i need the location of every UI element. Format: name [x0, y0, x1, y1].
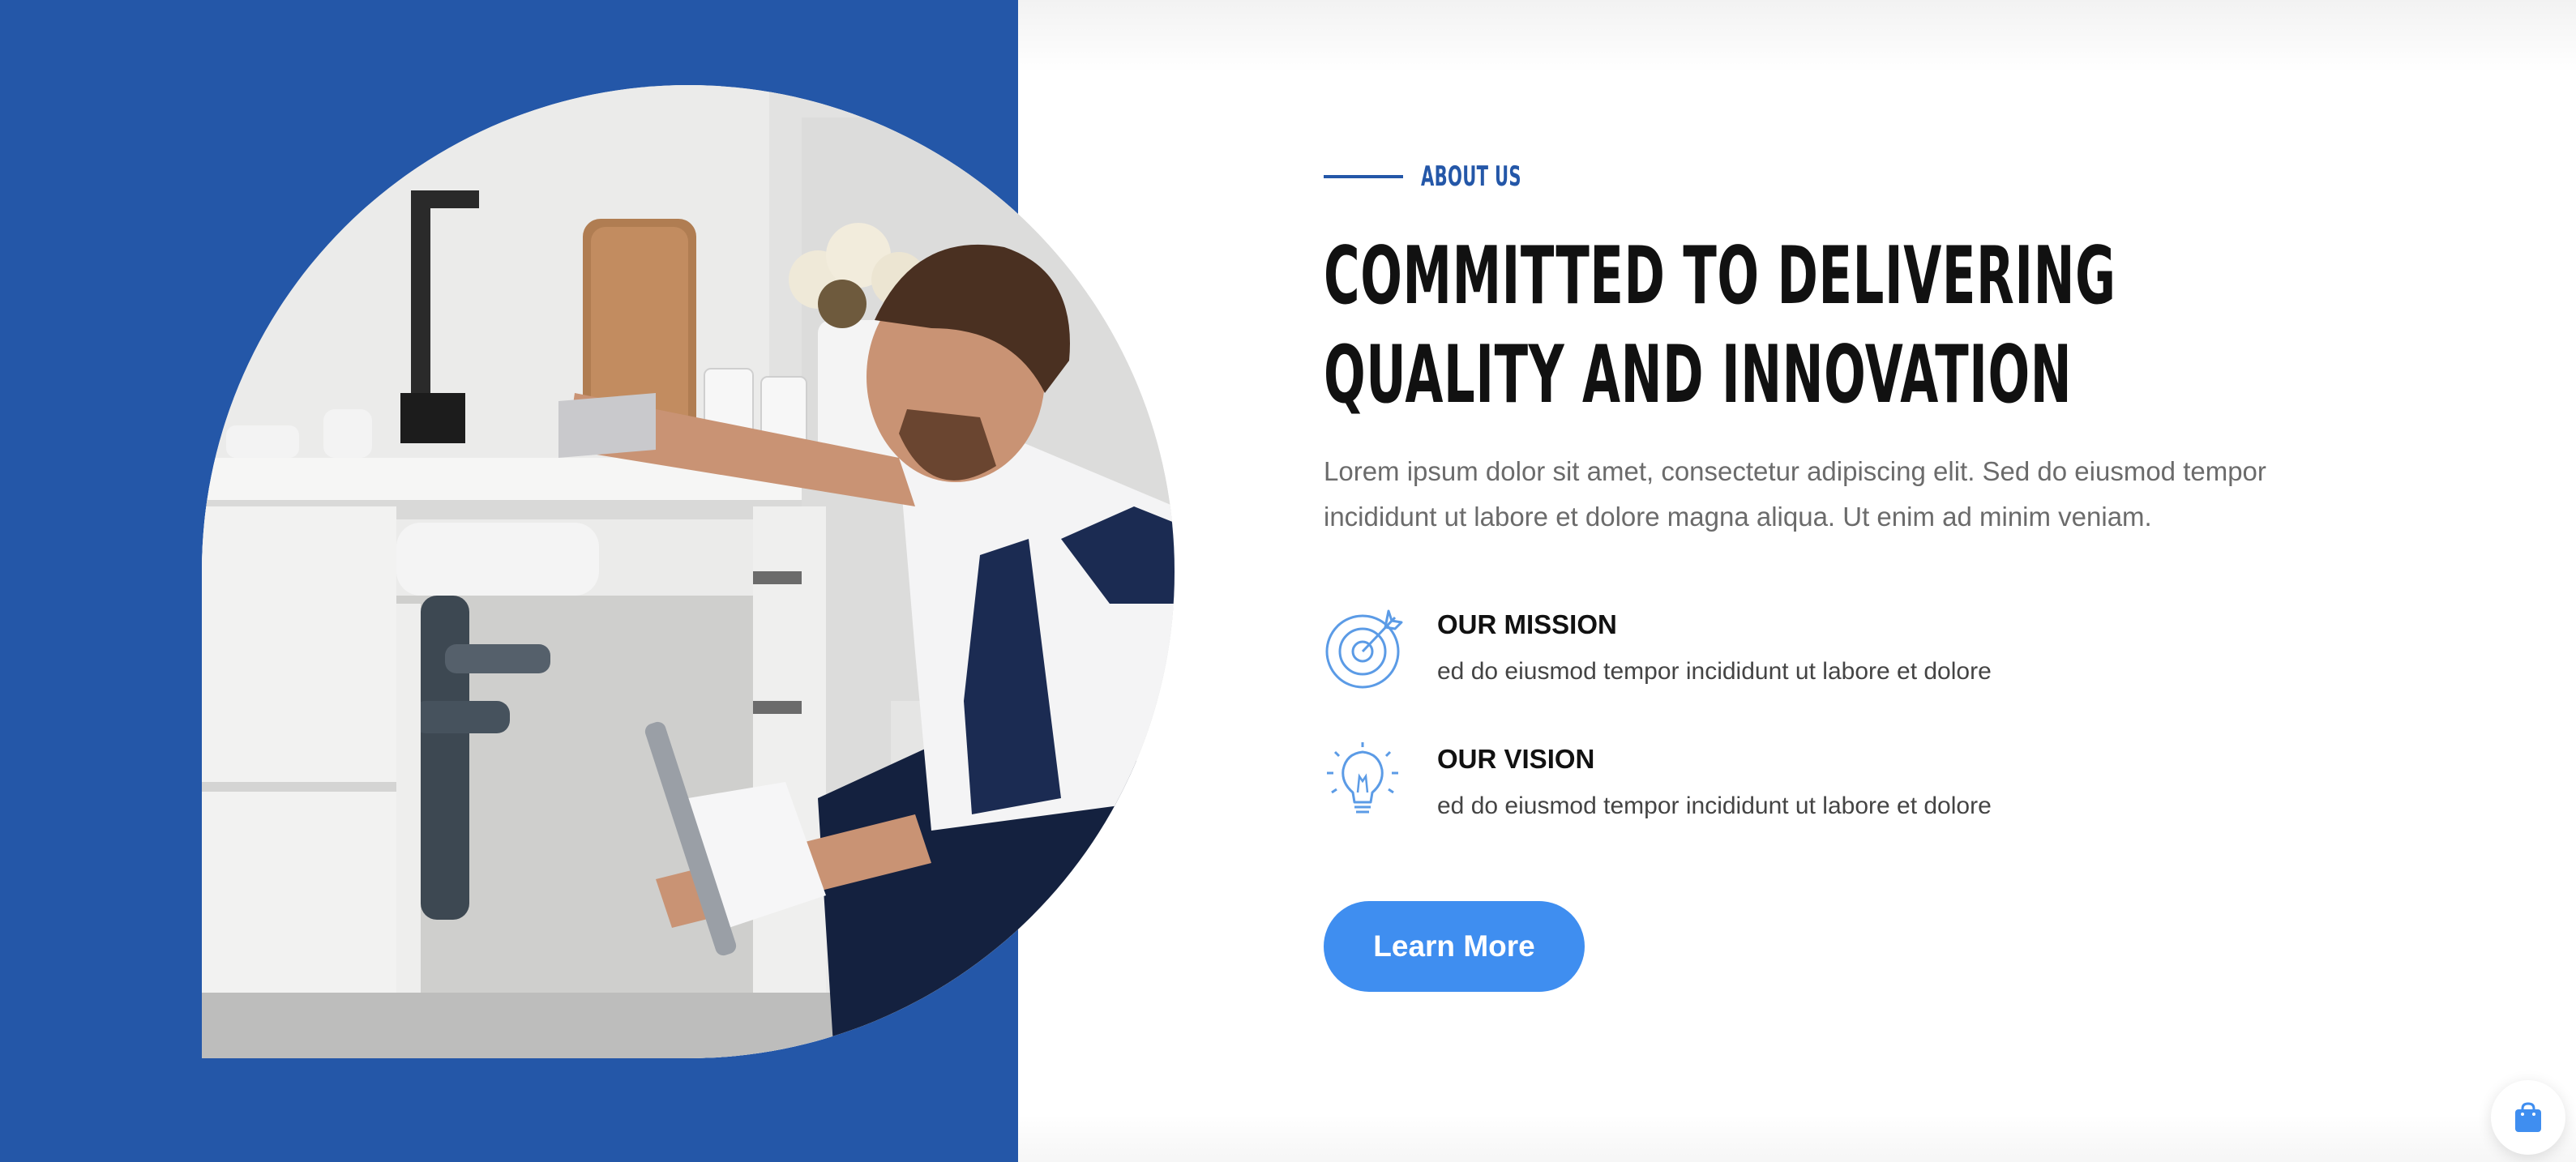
lightbulb-icon: [1327, 742, 1398, 814]
cart-button[interactable]: [2491, 1080, 2565, 1155]
eyebrow-label: ABOUT US: [1421, 160, 1521, 193]
vision-description: ed do eiusmod tempor incididunt ut labor…: [1437, 792, 1992, 819]
footer-shadow: [1018, 1113, 2576, 1162]
eyebrow-line: [1324, 175, 1403, 178]
mission-feature: OUR MISSION ed do eiusmod tempor incidid…: [1324, 606, 2215, 695]
learn-more-button[interactable]: Learn More: [1324, 901, 1585, 992]
intro-paragraph: Lorem ipsum dolor sit amet, consectetur …: [1324, 456, 2266, 532]
plumber-photo: [202, 85, 1175, 1058]
section-eyebrow: ABOUT US: [1324, 159, 2377, 194]
header-shadow: [1018, 0, 2576, 73]
mission-description: ed do eiusmod tempor incididunt ut labor…: [1437, 658, 1992, 685]
target-icon: [1325, 609, 1403, 689]
vision-feature: OUR VISION ed do eiusmod tempor incididu…: [1324, 741, 2215, 830]
shopping-bag-icon: [2515, 1102, 2541, 1132]
mission-title: OUR MISSION: [1437, 609, 1617, 639]
about-content: ABOUT US COMMITTED TO DELIVERING QUALITY…: [1324, 159, 2377, 992]
section-headline: COMMITTED TO DELIVERING QUALITY AND INNO…: [1324, 230, 2116, 421]
vision-title: OUR VISION: [1437, 744, 1595, 774]
